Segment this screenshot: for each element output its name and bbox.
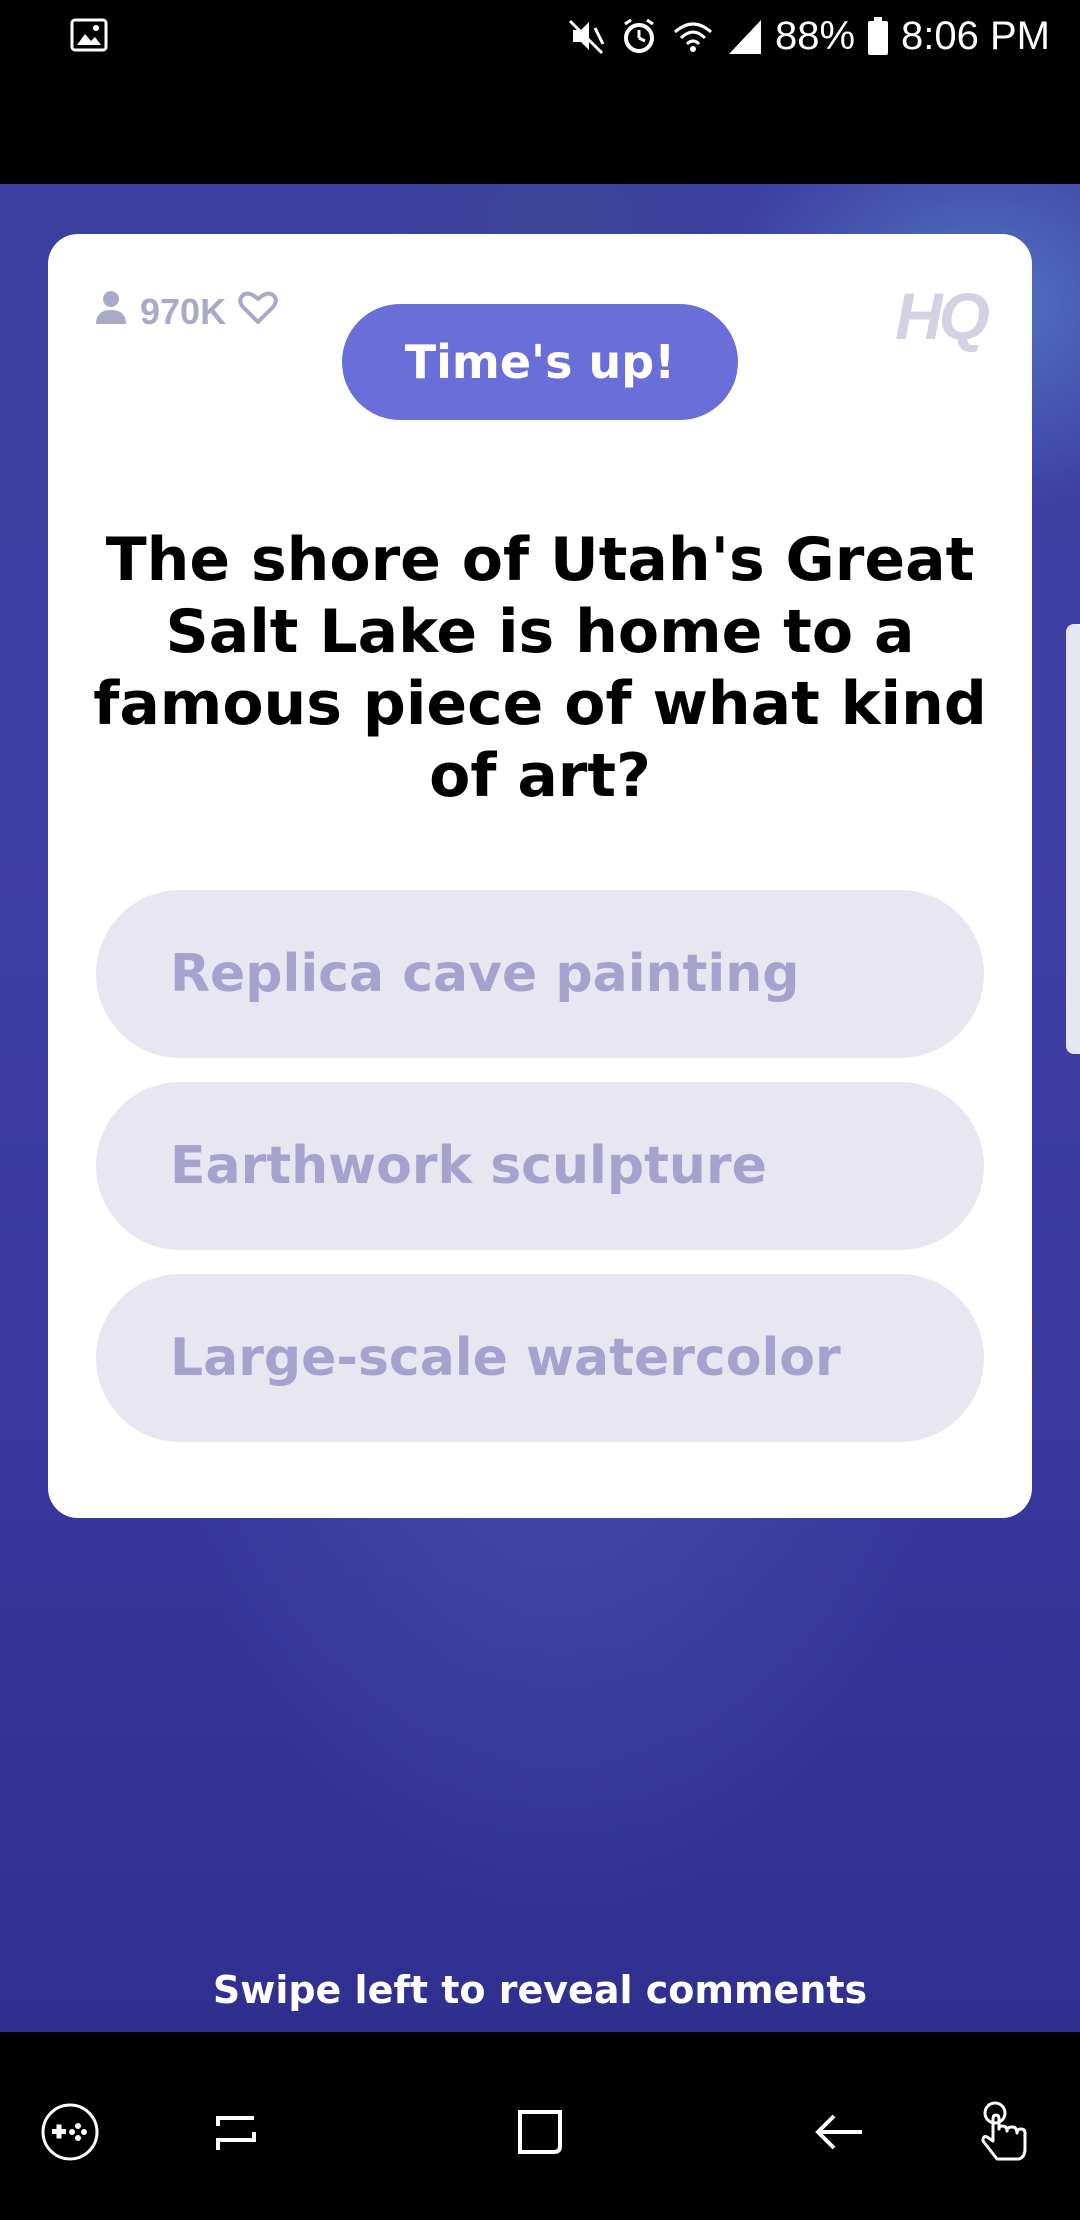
swipe-hint: Swipe left to reveal comments — [212, 1968, 868, 2012]
battery-icon — [867, 16, 889, 56]
heart-icon[interactable] — [238, 289, 278, 334]
assistant-icon[interactable] — [966, 2092, 1046, 2172]
hq-logo: HQ — [895, 279, 990, 353]
timer-badge: Time's up! — [342, 304, 738, 420]
clock: 8:06 PM — [901, 13, 1050, 58]
home-icon[interactable] — [500, 2092, 580, 2172]
battery-level: 88% — [774, 13, 856, 58]
signal-icon — [727, 16, 763, 56]
image-icon — [70, 16, 108, 54]
alarm-icon — [619, 16, 659, 56]
status-bar: 88% 8:06 PM — [0, 0, 1080, 72]
wifi-icon — [671, 16, 715, 56]
game-launcher-icon[interactable] — [30, 2092, 110, 2172]
status-indicators: 88% 8:06 PM — [567, 10, 1050, 62]
question-text: The shore of Utah's Great Salt Lake is h… — [93, 525, 987, 811]
answer-option-1[interactable]: Replica cave painting — [96, 890, 984, 1058]
answer-option-3[interactable]: Large-scale watercolor — [96, 1274, 984, 1442]
answer-option-2[interactable]: Earthwork sculpture — [96, 1082, 984, 1250]
viewer-count: 970K — [94, 288, 278, 335]
question-card: 970K HQ Time's up! The shore of Utah's G… — [48, 234, 1032, 1518]
recent-apps-icon[interactable] — [196, 2092, 276, 2172]
viewer-count-label: 970K — [140, 290, 227, 332]
comments-drawer-handle[interactable] — [1066, 624, 1080, 1054]
top-spacer — [0, 72, 1080, 184]
person-icon — [94, 288, 128, 335]
back-icon[interactable] — [800, 2092, 880, 2172]
mute-icon — [567, 16, 607, 56]
navigation-bar — [0, 2032, 1080, 2220]
